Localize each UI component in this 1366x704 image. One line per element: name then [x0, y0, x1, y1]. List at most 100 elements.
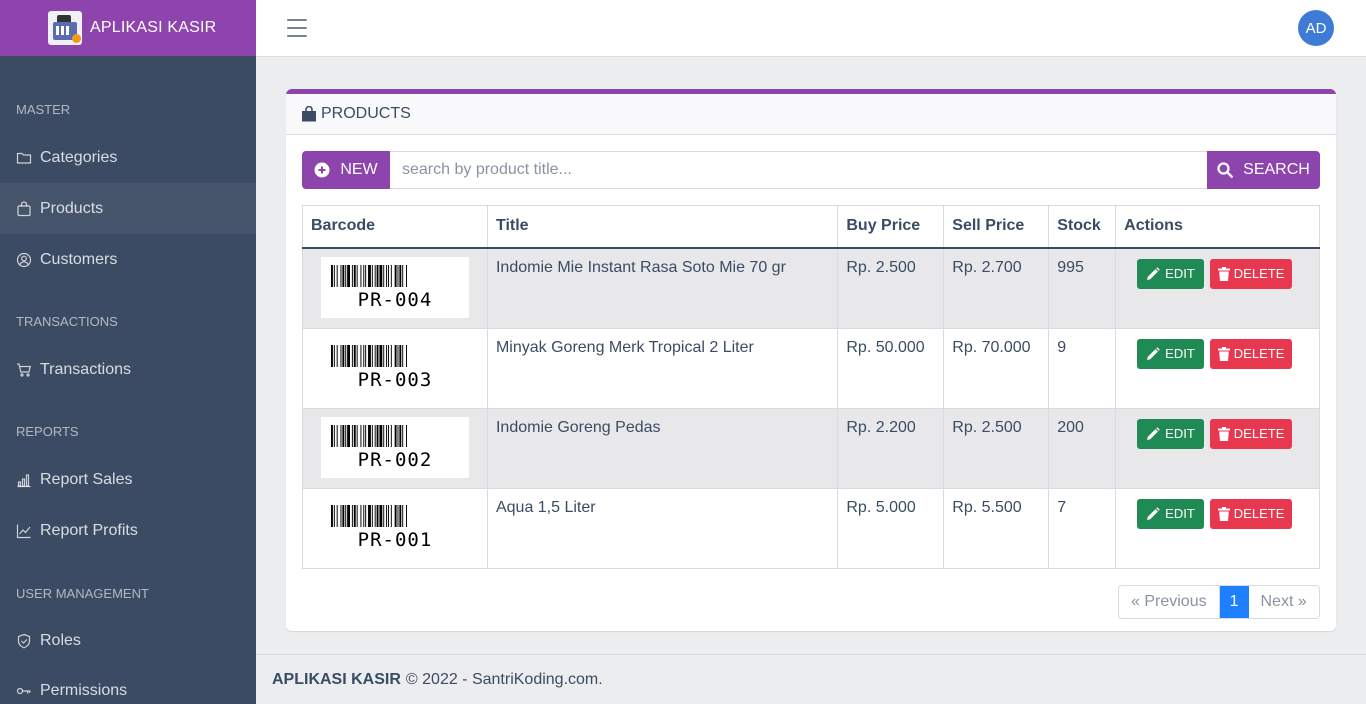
sell-price-cell: Rp. 2.500	[943, 407, 1050, 489]
column-header: Stock	[1048, 205, 1117, 249]
barcode-cell: PR-001	[302, 487, 488, 569]
sidebar-item-permissions[interactable]: Permissions	[0, 665, 256, 704]
delete-label: DELETE	[1233, 506, 1285, 521]
card-header: PRODUCTS	[286, 94, 1336, 135]
sidebar-item-categories[interactable]: Categories	[0, 132, 256, 183]
barcode: PR-003	[321, 336, 469, 398]
pencil-icon	[1147, 266, 1160, 280]
barcode-bars	[331, 264, 407, 287]
barcode-cell: PR-004	[302, 247, 488, 329]
search-bar: NEW SEARCH	[302, 151, 1320, 189]
sidebar: APLIKASI KASIR MASTER Categories Product…	[0, 0, 256, 704]
sidebar-item-report-profits[interactable]: Report Profits	[0, 505, 256, 556]
delete-label: DELETE	[1233, 266, 1285, 281]
user-circle-icon	[16, 252, 32, 268]
nav-section-user-management: USER MANAGEMENT	[16, 586, 149, 601]
footer-text: © 2022 - SantriKoding.com.	[405, 670, 603, 688]
title-cell: Minyak Goreng Merk Tropical 2 Liter	[486, 327, 839, 409]
sidebar-item-customers[interactable]: Customers	[0, 234, 256, 285]
nav-section-master: MASTER	[16, 102, 71, 117]
title-cell: Indomie Goreng Pedas	[486, 407, 839, 489]
sidebar-item-products[interactable]: Products	[0, 183, 256, 234]
column-header: Title	[486, 205, 839, 249]
next-page-link[interactable]: Next »	[1249, 586, 1319, 618]
barcode-text: PR-002	[357, 448, 433, 471]
pencil-icon	[1147, 506, 1160, 520]
edit-label: EDIT	[1165, 506, 1195, 521]
stock-cell: 200	[1048, 407, 1117, 489]
delete-label: DELETE	[1233, 426, 1285, 441]
edit-button[interactable]: EDIT	[1137, 498, 1204, 529]
sidebar-item-label: Report Profits	[40, 521, 138, 539]
sidebar-item-label: Customers	[40, 250, 118, 268]
title-cell: Indomie Mie Instant Rasa Soto Mie 70 gr	[486, 247, 839, 329]
column-header: Actions	[1115, 205, 1320, 249]
delete-button[interactable]: DELETE	[1209, 498, 1293, 529]
table-header-row: Barcode Title Buy Price Sell Price Stock…	[302, 205, 1320, 249]
barcode-cell: PR-003	[302, 327, 488, 409]
edit-button[interactable]: EDIT	[1137, 258, 1204, 289]
actions-cell: EDIT DELETE	[1115, 327, 1320, 409]
table-row: PR-004 Indomie Mie Instant Rasa Soto Mie …	[302, 247, 1320, 329]
sidebar-item-label: Report Sales	[40, 470, 133, 488]
barcode-bars	[331, 504, 407, 527]
cash-register-icon	[48, 11, 82, 45]
sell-price-cell: Rp. 2.700	[943, 247, 1050, 329]
sidebar-item-report-sales[interactable]: Report Sales	[0, 454, 256, 505]
delete-button[interactable]: DELETE	[1209, 418, 1293, 449]
previous-page-link[interactable]: « Previous	[1119, 586, 1220, 618]
pencil-icon	[1147, 346, 1160, 360]
sidebar-item-transactions[interactable]: Transactions	[0, 344, 256, 395]
menu-toggle-icon[interactable]	[287, 19, 307, 37]
new-product-button[interactable]: NEW	[302, 151, 390, 189]
edit-label: EDIT	[1165, 346, 1195, 361]
search-button[interactable]: SEARCH	[1207, 151, 1320, 189]
pagination: « Previous 1 Next »	[1118, 585, 1320, 619]
sidebar-item-roles[interactable]: Roles	[0, 615, 256, 666]
barcode-bars	[331, 424, 407, 447]
plus-circle-icon	[314, 162, 330, 178]
barcode-text: PR-001	[357, 528, 433, 551]
stock-cell: 9	[1048, 327, 1117, 409]
search-input[interactable]	[390, 151, 1207, 189]
shopping-bag-icon	[302, 106, 316, 122]
nav-section-transactions: TRANSACTIONS	[16, 314, 118, 329]
edit-label: EDIT	[1165, 426, 1195, 441]
barcode-bars	[331, 344, 407, 367]
column-header: Buy Price	[837, 205, 945, 249]
brand[interactable]: APLIKASI KASIR	[0, 0, 256, 56]
products-table: Barcode Title Buy Price Sell Price Stock…	[302, 205, 1320, 569]
edit-button[interactable]: EDIT	[1137, 338, 1204, 369]
table-row: PR-003 Minyak Goreng Merk Tropical 2 Lite…	[302, 327, 1320, 409]
top-header: AD	[256, 0, 1366, 57]
sidebar-item-label: Categories	[40, 148, 118, 166]
delete-button[interactable]: DELETE	[1209, 258, 1293, 289]
nav-section-reports: REPORTS	[16, 424, 79, 439]
sell-price-cell: Rp. 5.500	[943, 487, 1050, 569]
trash-icon	[1217, 506, 1230, 521]
shopping-bag-icon	[16, 200, 32, 217]
sidebar-item-label: Products	[40, 199, 104, 217]
edit-label: EDIT	[1165, 266, 1195, 281]
line-chart-icon	[16, 523, 32, 539]
sidebar-item-label: Permissions	[40, 681, 128, 699]
avatar[interactable]: AD	[1298, 10, 1334, 46]
sell-price-cell: Rp. 70.000	[943, 327, 1050, 409]
column-header: Barcode	[302, 205, 488, 249]
buy-price-cell: Rp. 5.000	[837, 487, 945, 569]
page-link-current[interactable]: 1	[1219, 586, 1249, 618]
edit-button[interactable]: EDIT	[1137, 418, 1204, 449]
buy-price-cell: Rp. 50.000	[837, 327, 945, 409]
trash-icon	[1217, 266, 1230, 281]
buy-price-cell: Rp. 2.200	[837, 407, 945, 489]
stock-cell: 7	[1048, 487, 1117, 569]
barcode: PR-002	[321, 416, 469, 478]
barcode-cell: PR-002	[302, 407, 488, 489]
title-cell: Aqua 1,5 Liter	[486, 487, 839, 569]
barcode-text: PR-004	[357, 288, 433, 311]
products-card: PRODUCTS NEW SEARCH Barcode Title Buy Pr…	[286, 89, 1336, 631]
buy-price-cell: Rp. 2.500	[837, 247, 945, 329]
search-label: SEARCH	[1243, 161, 1310, 178]
delete-label: DELETE	[1233, 346, 1285, 361]
delete-button[interactable]: DELETE	[1209, 338, 1293, 369]
